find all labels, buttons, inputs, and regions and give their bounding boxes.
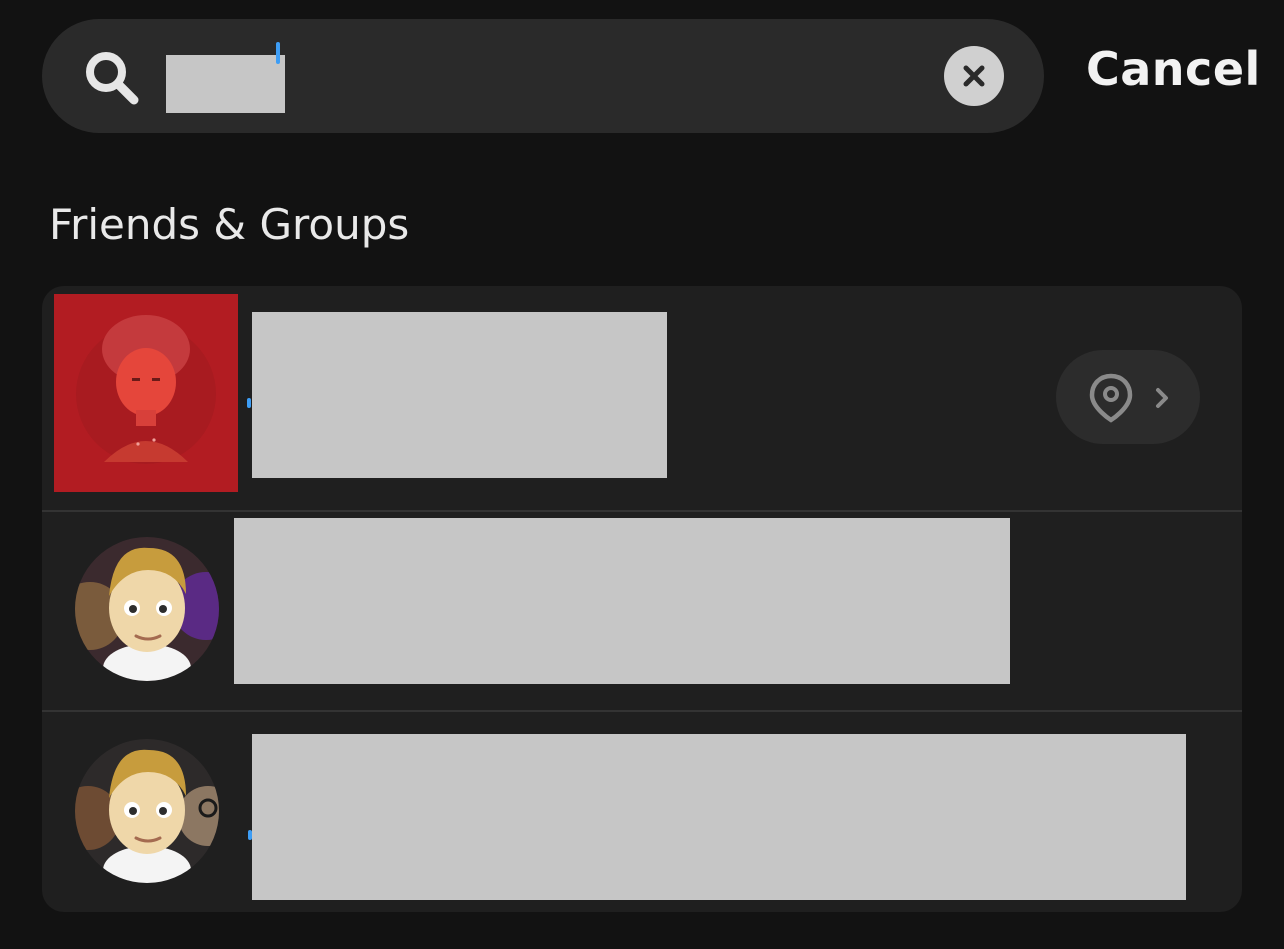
search-screen: Cancel Friends & Groups [0,0,1284,949]
name-redacted [252,734,1186,900]
list-item[interactable] [42,286,1242,510]
name-redacted [234,518,1010,684]
cancel-button[interactable]: Cancel [1086,42,1261,96]
search-icon [86,52,139,105]
search-query-redacted [166,55,285,113]
section-title: Friends & Groups [49,200,410,249]
list-item[interactable] [42,512,1242,710]
text-caret [276,42,280,64]
text-caret [247,398,251,408]
close-icon [963,65,985,87]
chevron-right-icon [1156,388,1168,408]
avatar [75,537,219,681]
friends-groups-list [42,286,1242,912]
map-pin-icon [1089,373,1133,423]
avatar [54,294,238,492]
name-redacted [252,312,667,478]
clear-search-button[interactable] [944,46,1004,106]
avatar [75,739,219,883]
location-button[interactable] [1056,350,1200,444]
list-item[interactable] [42,712,1242,912]
